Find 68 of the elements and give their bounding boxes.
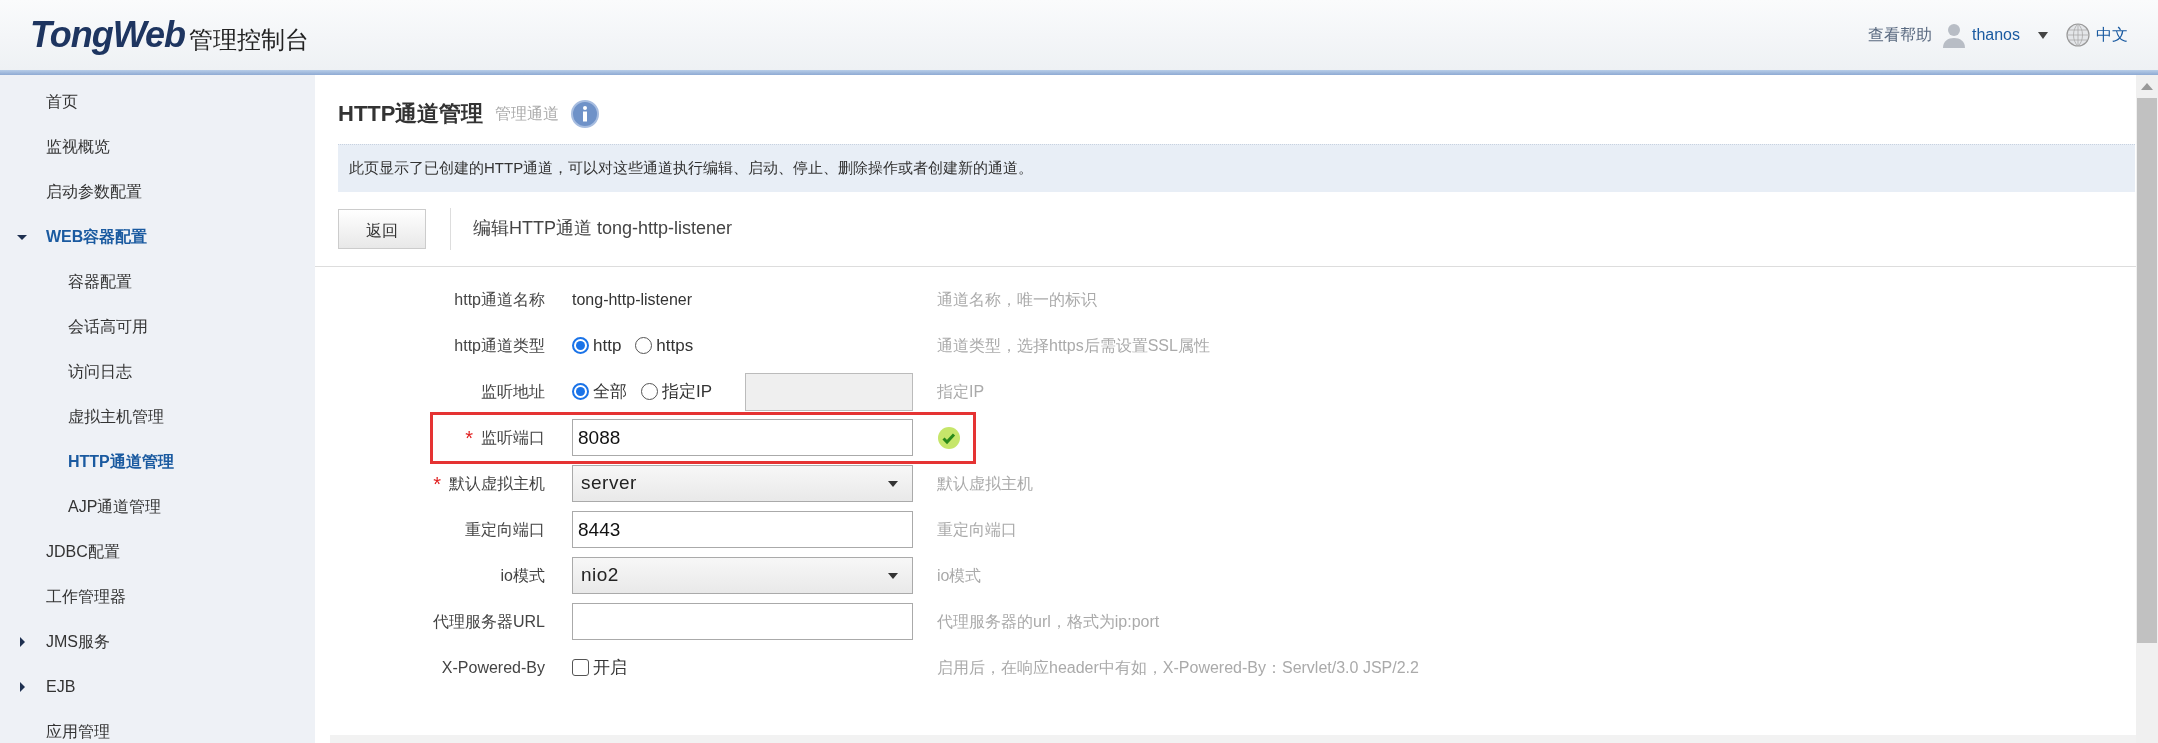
caret-icon — [888, 572, 898, 579]
dropdown[interactable]: nio2 — [572, 557, 913, 594]
radio-label[interactable]: 全部 — [593, 378, 627, 405]
field-hint: 通道类型，选择https后需设置SSL属性 — [937, 335, 1210, 356]
caret-right-icon[interactable] — [17, 681, 27, 692]
input-field[interactable]: 8443 — [572, 511, 913, 548]
checkbox[interactable] — [572, 659, 589, 676]
radio-label[interactable]: 指定IP — [662, 378, 713, 405]
scrollbar-thumb[interactable] — [2137, 98, 2157, 643]
page-title: HTTP通道管理 — [338, 100, 484, 128]
caret-icon[interactable] — [2038, 31, 2048, 39]
field-value: tong-http-listener — [572, 289, 693, 310]
sidebar-item[interactable]: WEB容器配置 — [46, 224, 148, 249]
scroll-up-icon[interactable] — [2141, 83, 2153, 90]
input-field[interactable] — [572, 603, 913, 640]
field-label: X-Powered-By — [441, 657, 545, 678]
info-banner: 此页显示了已创建的HTTP通道，可以对这些通道执行编辑、启动、停止、删除操作或者创建新的通道。 — [338, 144, 2135, 192]
field-hint: 通道名称，唯一的标识 — [937, 289, 1097, 310]
language-link[interactable]: 中文 — [2096, 23, 2128, 47]
field-hint: 重定向端口 — [937, 519, 1017, 540]
sidebar-item[interactable]: JDBC配置 — [46, 539, 120, 564]
field-hint: 代理服务器的url，格式为ip:port — [937, 611, 1160, 632]
page-subtitle: 管理通道 — [495, 103, 560, 124]
field-hint: 启用后，在响应header中有如，X-Powered-By：Servlet/3.0 JSP/2.2 — [937, 657, 1419, 678]
sidebar-item[interactable]: 会话高可用 — [68, 314, 148, 339]
radio-label[interactable]: https — [656, 332, 694, 359]
field-hint: io模式 — [937, 565, 982, 586]
globe-icon[interactable] — [2066, 23, 2090, 47]
input-field[interactable]: 8088 — [572, 419, 913, 456]
checkbox-label[interactable]: 开启 — [593, 654, 627, 681]
info-icon[interactable] — [571, 99, 600, 128]
sidebar-item[interactable]: 应用管理 — [46, 719, 110, 743]
field-hint: 默认虚拟主机 — [937, 473, 1033, 494]
field-label: 监听地址 — [481, 381, 545, 402]
field-hint: 指定IP — [937, 381, 985, 402]
product-name: 管理控制台 — [188, 28, 309, 52]
sidebar-item[interactable]: 首页 — [46, 89, 78, 114]
sidebar-item[interactable]: 虚拟主机管理 — [68, 404, 164, 429]
user-icon — [1941, 22, 1966, 48]
sidebar-item[interactable]: JMS服务 — [46, 629, 110, 654]
sidebar-item[interactable]: EJB — [46, 674, 76, 699]
required-asterisk: * — [433, 473, 441, 494]
sidebar-item[interactable]: 工作管理器 — [46, 584, 126, 609]
sidebar-item[interactable]: 容器配置 — [68, 269, 132, 294]
sidebar-item[interactable]: HTTP通道管理 — [68, 449, 174, 474]
radio-button[interactable] — [572, 337, 589, 354]
radio-label[interactable]: http — [593, 332, 622, 359]
sidebar-item[interactable]: 监视概览 — [46, 134, 110, 159]
radio-button[interactable] — [572, 383, 589, 400]
brand-logo: TongWeb — [30, 17, 185, 53]
dropdown[interactable]: server — [572, 465, 913, 502]
user-menu[interactable]: thanos — [1971, 23, 2020, 47]
back-button[interactable]: 返回 — [338, 208, 426, 249]
field-label: http通道类型 — [454, 335, 545, 356]
help-link[interactable]: 查看帮助 — [1867, 23, 1932, 47]
field-label: 默认虚拟主机 — [449, 473, 545, 494]
required-asterisk: * — [465, 427, 473, 448]
sidebar-item[interactable]: 访问日志 — [68, 359, 132, 384]
field-label: io模式 — [500, 565, 545, 586]
field-label: 监听端口 — [481, 427, 545, 448]
field-label: 重定向端口 — [465, 519, 545, 540]
sidebar-item[interactable]: 启动参数配置 — [46, 179, 142, 204]
sidebar-item[interactable]: AJP通道管理 — [68, 494, 162, 519]
edit-title: 编辑HTTP通道 tong-http-listener — [473, 217, 733, 240]
caret-icon — [888, 480, 898, 487]
caret-right-icon[interactable] — [17, 636, 27, 647]
field-label: 代理服务器URL — [433, 611, 545, 632]
field-label: http通道名称 — [454, 289, 545, 310]
